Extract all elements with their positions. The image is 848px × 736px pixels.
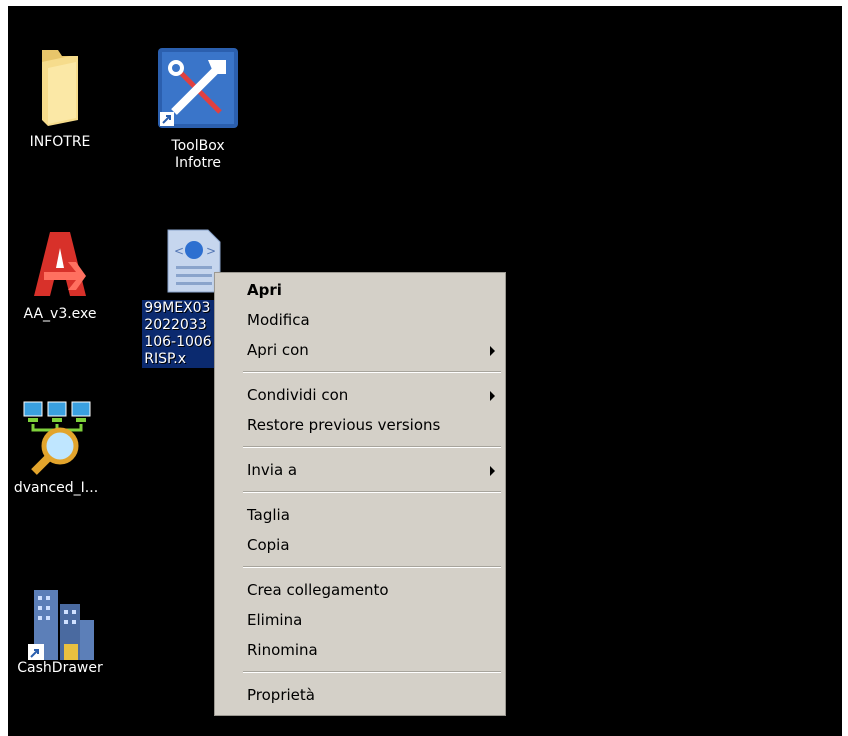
menu-item-apri[interactable]: Apri <box>215 275 505 305</box>
toolbox-icon <box>158 46 238 128</box>
menu-separator <box>243 671 501 673</box>
buildings-icon <box>28 580 94 660</box>
desktop-icon-toolbox[interactable]: ToolBox Infotre <box>146 46 250 172</box>
menu-separator <box>243 446 501 448</box>
svg-text:>: > <box>206 244 216 258</box>
icon-label: INFOTRE <box>29 134 91 150</box>
network-scanner-icon <box>23 396 91 475</box>
submenu-arrow-icon <box>490 391 495 401</box>
desktop-icon-infotre[interactable]: INFOTRE <box>8 46 112 151</box>
menu-item-condividi-con[interactable]: Condividi con <box>215 380 505 410</box>
submenu-arrow-icon <box>490 346 495 356</box>
menu-separator <box>243 491 501 493</box>
desktop-icon-xml-file[interactable]: < > 99MEX03 2022033 106-1006 RISP.x <box>128 228 228 368</box>
folder-icon <box>28 46 92 126</box>
menu-item-rinomina[interactable]: Rinomina <box>215 635 505 665</box>
menu-item-elimina[interactable]: Elimina <box>215 605 505 635</box>
context-menu: Apri Modifica Apri con Condividi con Res… <box>214 272 506 716</box>
ammyy-admin-icon <box>28 226 92 298</box>
desktop-icon-aa-v3[interactable]: AA_v3.exe <box>8 226 112 323</box>
svg-text:<: < <box>174 244 184 258</box>
desktop: INFOTRE ToolBox Infotre AA_v3.exe < > 99… <box>8 6 842 736</box>
menu-item-apri-con[interactable]: Apri con <box>215 335 505 365</box>
menu-separator <box>243 371 501 373</box>
menu-item-invia-a[interactable]: Invia a <box>215 455 505 485</box>
icon-label: AA_v3.exe <box>23 306 97 322</box>
icon-label: 99MEX03 2022033 106-1006 RISP.x <box>142 300 214 368</box>
submenu-arrow-icon <box>490 466 495 476</box>
icon-label: dvanced_I... <box>13 480 99 496</box>
menu-item-taglia[interactable]: Taglia <box>215 500 505 530</box>
icon-label: ToolBox Infotre <box>171 138 225 171</box>
desktop-icon-advanced-ip[interactable]: dvanced_I... <box>8 396 112 497</box>
desktop-icon-cashdrawer[interactable]: CashDrawer <box>8 580 112 677</box>
menu-item-copia[interactable]: Copia <box>215 530 505 560</box>
menu-item-restore-previous-versions[interactable]: Restore previous versions <box>215 410 505 440</box>
menu-item-modifica[interactable]: Modifica <box>215 305 505 335</box>
menu-separator <box>243 566 501 568</box>
menu-item-proprieta[interactable]: Proprietà <box>215 680 505 710</box>
menu-item-crea-collegamento[interactable]: Crea collegamento <box>215 575 505 605</box>
